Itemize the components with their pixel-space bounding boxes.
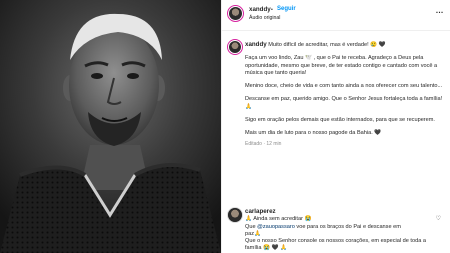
instagram-post-view: xanddy • Seguir Áudio original … xanddy … [0,0,450,253]
follow-button[interactable]: Seguir [277,6,296,12]
comment-like-heart-icon[interactable]: ♡ [436,215,441,222]
comment-line-2-pre: Que [245,223,258,230]
comment-mention-link[interactable]: @zauopassaro [257,224,295,230]
caption-first-line: Muito difícil de acreditar, mas é verdad… [268,42,386,48]
author-username[interactable]: xanddy [249,6,271,13]
separator-dot: • [271,6,273,13]
caption-meta: Editado · 12 min [245,140,282,147]
comment-line-3: paz🙏 [245,230,261,237]
caption-paragraph-2: Menino doce, cheio de vida e com tanto a… [245,83,443,90]
audio-link[interactable]: Áudio original [249,15,280,21]
comment-line-4: Que o nosso Senhor console os nossos cor… [245,238,426,252]
author-avatar[interactable] [227,5,244,22]
post-caption: xanddy Muito difícil de acreditar, mas é… [245,41,445,148]
post-photo[interactable] [0,0,221,253]
post-sidebar: xanddy • Seguir Áudio original … xanddy … [221,0,450,253]
caption-paragraph-1: Faça um voo lindo, Zau 🕊️ , que o Pai te… [245,55,438,76]
caption-paragraph-5: Mais um dia de luto para o nosso pagode … [245,130,382,137]
caption-avatar[interactable] [227,39,243,55]
comment-line-1: 🙏 Ainda sem acreditar 😭 [245,216,312,223]
comment-avatar[interactable] [227,207,243,223]
post-header: xanddy • Seguir Áudio original … [222,0,450,31]
caption-paragraph-3: Descanse em paz, querido amigo. Que o Se… [245,96,443,110]
caption-username[interactable]: xanddy [245,41,267,48]
comment-username[interactable]: carlaperez [245,208,276,215]
caption-paragraph-4: Sigo em oração pelos demais que estão in… [245,117,435,124]
more-options-icon[interactable]: … [436,6,445,15]
post-photo-image [0,0,221,253]
comment: carlaperez 🙏 Ainda sem acreditar 😭 Que @… [245,208,433,253]
comment-line-2-post: voe para os braços do Pai e descanse em [294,223,401,230]
